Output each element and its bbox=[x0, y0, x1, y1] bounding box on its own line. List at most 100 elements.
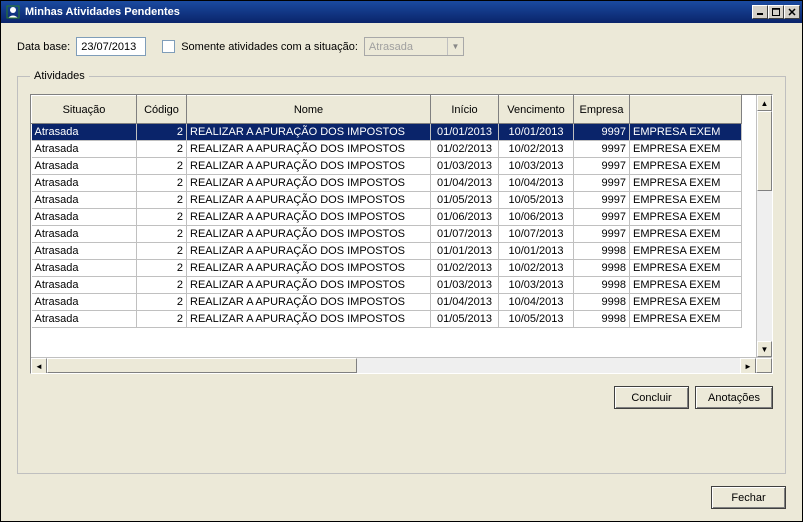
col-vencimento[interactable]: Vencimento bbox=[499, 96, 574, 124]
hscroll-thumb[interactable] bbox=[47, 358, 357, 373]
scroll-up-icon[interactable]: ▲ bbox=[757, 95, 772, 111]
app-icon bbox=[5, 4, 21, 20]
cell: 10/01/2013 bbox=[499, 243, 574, 260]
cell: 9997 bbox=[574, 192, 630, 209]
cell: 2 bbox=[137, 311, 187, 328]
table-row[interactable]: Atrasada2REALIZAR A APURAÇÃO DOS IMPOSTO… bbox=[32, 226, 742, 243]
cell: EMPRESA EXEM bbox=[630, 277, 742, 294]
cell: 01/01/2013 bbox=[431, 243, 499, 260]
cell: 01/04/2013 bbox=[431, 294, 499, 311]
atividades-group: Atividades Situação Código Nome Início bbox=[17, 70, 786, 474]
col-codigo[interactable]: Código bbox=[137, 96, 187, 124]
cell: 9997 bbox=[574, 124, 630, 141]
table-row[interactable]: Atrasada2REALIZAR A APURAÇÃO DOS IMPOSTO… bbox=[32, 277, 742, 294]
cell: 9998 bbox=[574, 294, 630, 311]
cell: 10/02/2013 bbox=[499, 141, 574, 158]
cell: EMPRESA EXEM bbox=[630, 243, 742, 260]
scroll-corner bbox=[756, 358, 772, 373]
cell: Atrasada bbox=[32, 243, 137, 260]
cell: EMPRESA EXEM bbox=[630, 209, 742, 226]
table-row[interactable]: Atrasada2REALIZAR A APURAÇÃO DOS IMPOSTO… bbox=[32, 192, 742, 209]
atividades-group-label: Atividades bbox=[30, 70, 89, 82]
situacao-dropdown[interactable]: Atrasada ▼ bbox=[364, 37, 464, 56]
content-area: Data base: Somente atividades com a situ… bbox=[1, 23, 802, 521]
col-situacao[interactable]: Situação bbox=[32, 96, 137, 124]
cell: 01/04/2013 bbox=[431, 175, 499, 192]
chevron-down-icon: ▼ bbox=[447, 38, 463, 55]
cell: REALIZAR A APURAÇÃO DOS IMPOSTOS bbox=[187, 294, 431, 311]
maximize-button[interactable] bbox=[768, 5, 784, 19]
col-nome[interactable]: Nome bbox=[187, 96, 431, 124]
cell: Atrasada bbox=[32, 141, 137, 158]
cell: EMPRESA EXEM bbox=[630, 311, 742, 328]
cell: 10/04/2013 bbox=[499, 175, 574, 192]
cell: 10/03/2013 bbox=[499, 277, 574, 294]
scroll-down-icon[interactable]: ▼ bbox=[757, 341, 772, 357]
vertical-scrollbar[interactable]: ▲ ▼ bbox=[756, 95, 772, 357]
cell: 01/02/2013 bbox=[431, 260, 499, 277]
cell: 10/05/2013 bbox=[499, 192, 574, 209]
cell: REALIZAR A APURAÇÃO DOS IMPOSTOS bbox=[187, 311, 431, 328]
vscroll-thumb[interactable] bbox=[757, 111, 772, 191]
cell: Atrasada bbox=[32, 311, 137, 328]
cell: Atrasada bbox=[32, 209, 137, 226]
cell: 2 bbox=[137, 226, 187, 243]
grid-header-row: Situação Código Nome Início Vencimento E… bbox=[32, 96, 742, 124]
table-row[interactable]: Atrasada2REALIZAR A APURAÇÃO DOS IMPOSTO… bbox=[32, 294, 742, 311]
cell: 2 bbox=[137, 209, 187, 226]
scroll-left-icon[interactable]: ◄ bbox=[31, 358, 47, 374]
cell: 9997 bbox=[574, 209, 630, 226]
table-row[interactable]: Atrasada2REALIZAR A APURAÇÃO DOS IMPOSTO… bbox=[32, 124, 742, 141]
cell: EMPRESA EXEM bbox=[630, 226, 742, 243]
fechar-button[interactable]: Fechar bbox=[711, 486, 786, 509]
data-base-input[interactable] bbox=[76, 37, 146, 56]
cell: 2 bbox=[137, 260, 187, 277]
cell: Atrasada bbox=[32, 277, 137, 294]
table-row[interactable]: Atrasada2REALIZAR A APURAÇÃO DOS IMPOSTO… bbox=[32, 311, 742, 328]
titlebar[interactable]: Minhas Atividades Pendentes bbox=[1, 1, 802, 23]
table-row[interactable]: Atrasada2REALIZAR A APURAÇÃO DOS IMPOSTO… bbox=[32, 175, 742, 192]
cell: Atrasada bbox=[32, 226, 137, 243]
cell: EMPRESA EXEM bbox=[630, 124, 742, 141]
cell: 10/03/2013 bbox=[499, 158, 574, 175]
cell: 2 bbox=[137, 294, 187, 311]
cell: REALIZAR A APURAÇÃO DOS IMPOSTOS bbox=[187, 209, 431, 226]
table-row[interactable]: Atrasada2REALIZAR A APURAÇÃO DOS IMPOSTO… bbox=[32, 209, 742, 226]
cell: 01/03/2013 bbox=[431, 277, 499, 294]
horizontal-scrollbar[interactable]: ◄ ► bbox=[31, 357, 772, 373]
close-button[interactable] bbox=[784, 5, 800, 19]
cell: REALIZAR A APURAÇÃO DOS IMPOSTOS bbox=[187, 226, 431, 243]
cell: Atrasada bbox=[32, 294, 137, 311]
col-inicio[interactable]: Início bbox=[431, 96, 499, 124]
cell: 2 bbox=[137, 243, 187, 260]
cell: REALIZAR A APURAÇÃO DOS IMPOSTOS bbox=[187, 158, 431, 175]
cell: 10/04/2013 bbox=[499, 294, 574, 311]
cell: 9998 bbox=[574, 277, 630, 294]
table-row[interactable]: Atrasada2REALIZAR A APURAÇÃO DOS IMPOSTO… bbox=[32, 243, 742, 260]
minimize-button[interactable] bbox=[752, 5, 768, 19]
concluir-button[interactable]: Concluir bbox=[614, 386, 689, 409]
col-empresa[interactable]: Empresa bbox=[574, 96, 630, 124]
cell: 9997 bbox=[574, 158, 630, 175]
data-base-label: Data base: bbox=[17, 41, 70, 53]
cell: EMPRESA EXEM bbox=[630, 175, 742, 192]
cell: 10/07/2013 bbox=[499, 226, 574, 243]
cell: Atrasada bbox=[32, 192, 137, 209]
window: Minhas Atividades Pendentes Data base: S… bbox=[0, 0, 803, 522]
cell: REALIZAR A APURAÇÃO DOS IMPOSTOS bbox=[187, 260, 431, 277]
cell: 01/05/2013 bbox=[431, 311, 499, 328]
cell: 9997 bbox=[574, 226, 630, 243]
situacao-checkbox-label: Somente atividades com a situação: bbox=[181, 41, 358, 53]
cell: 10/06/2013 bbox=[499, 209, 574, 226]
scroll-right-icon[interactable]: ► bbox=[740, 358, 756, 374]
cell: 9998 bbox=[574, 260, 630, 277]
table-row[interactable]: Atrasada2REALIZAR A APURAÇÃO DOS IMPOSTO… bbox=[32, 141, 742, 158]
table-row[interactable]: Atrasada2REALIZAR A APURAÇÃO DOS IMPOSTO… bbox=[32, 158, 742, 175]
anotacoes-button[interactable]: Anotações bbox=[695, 386, 773, 409]
situacao-checkbox[interactable] bbox=[162, 40, 175, 53]
cell: 2 bbox=[137, 175, 187, 192]
table-row[interactable]: Atrasada2REALIZAR A APURAÇÃO DOS IMPOSTO… bbox=[32, 260, 742, 277]
cell: EMPRESA EXEM bbox=[630, 158, 742, 175]
cell: Atrasada bbox=[32, 175, 137, 192]
col-empresa-desc[interactable] bbox=[630, 96, 742, 124]
